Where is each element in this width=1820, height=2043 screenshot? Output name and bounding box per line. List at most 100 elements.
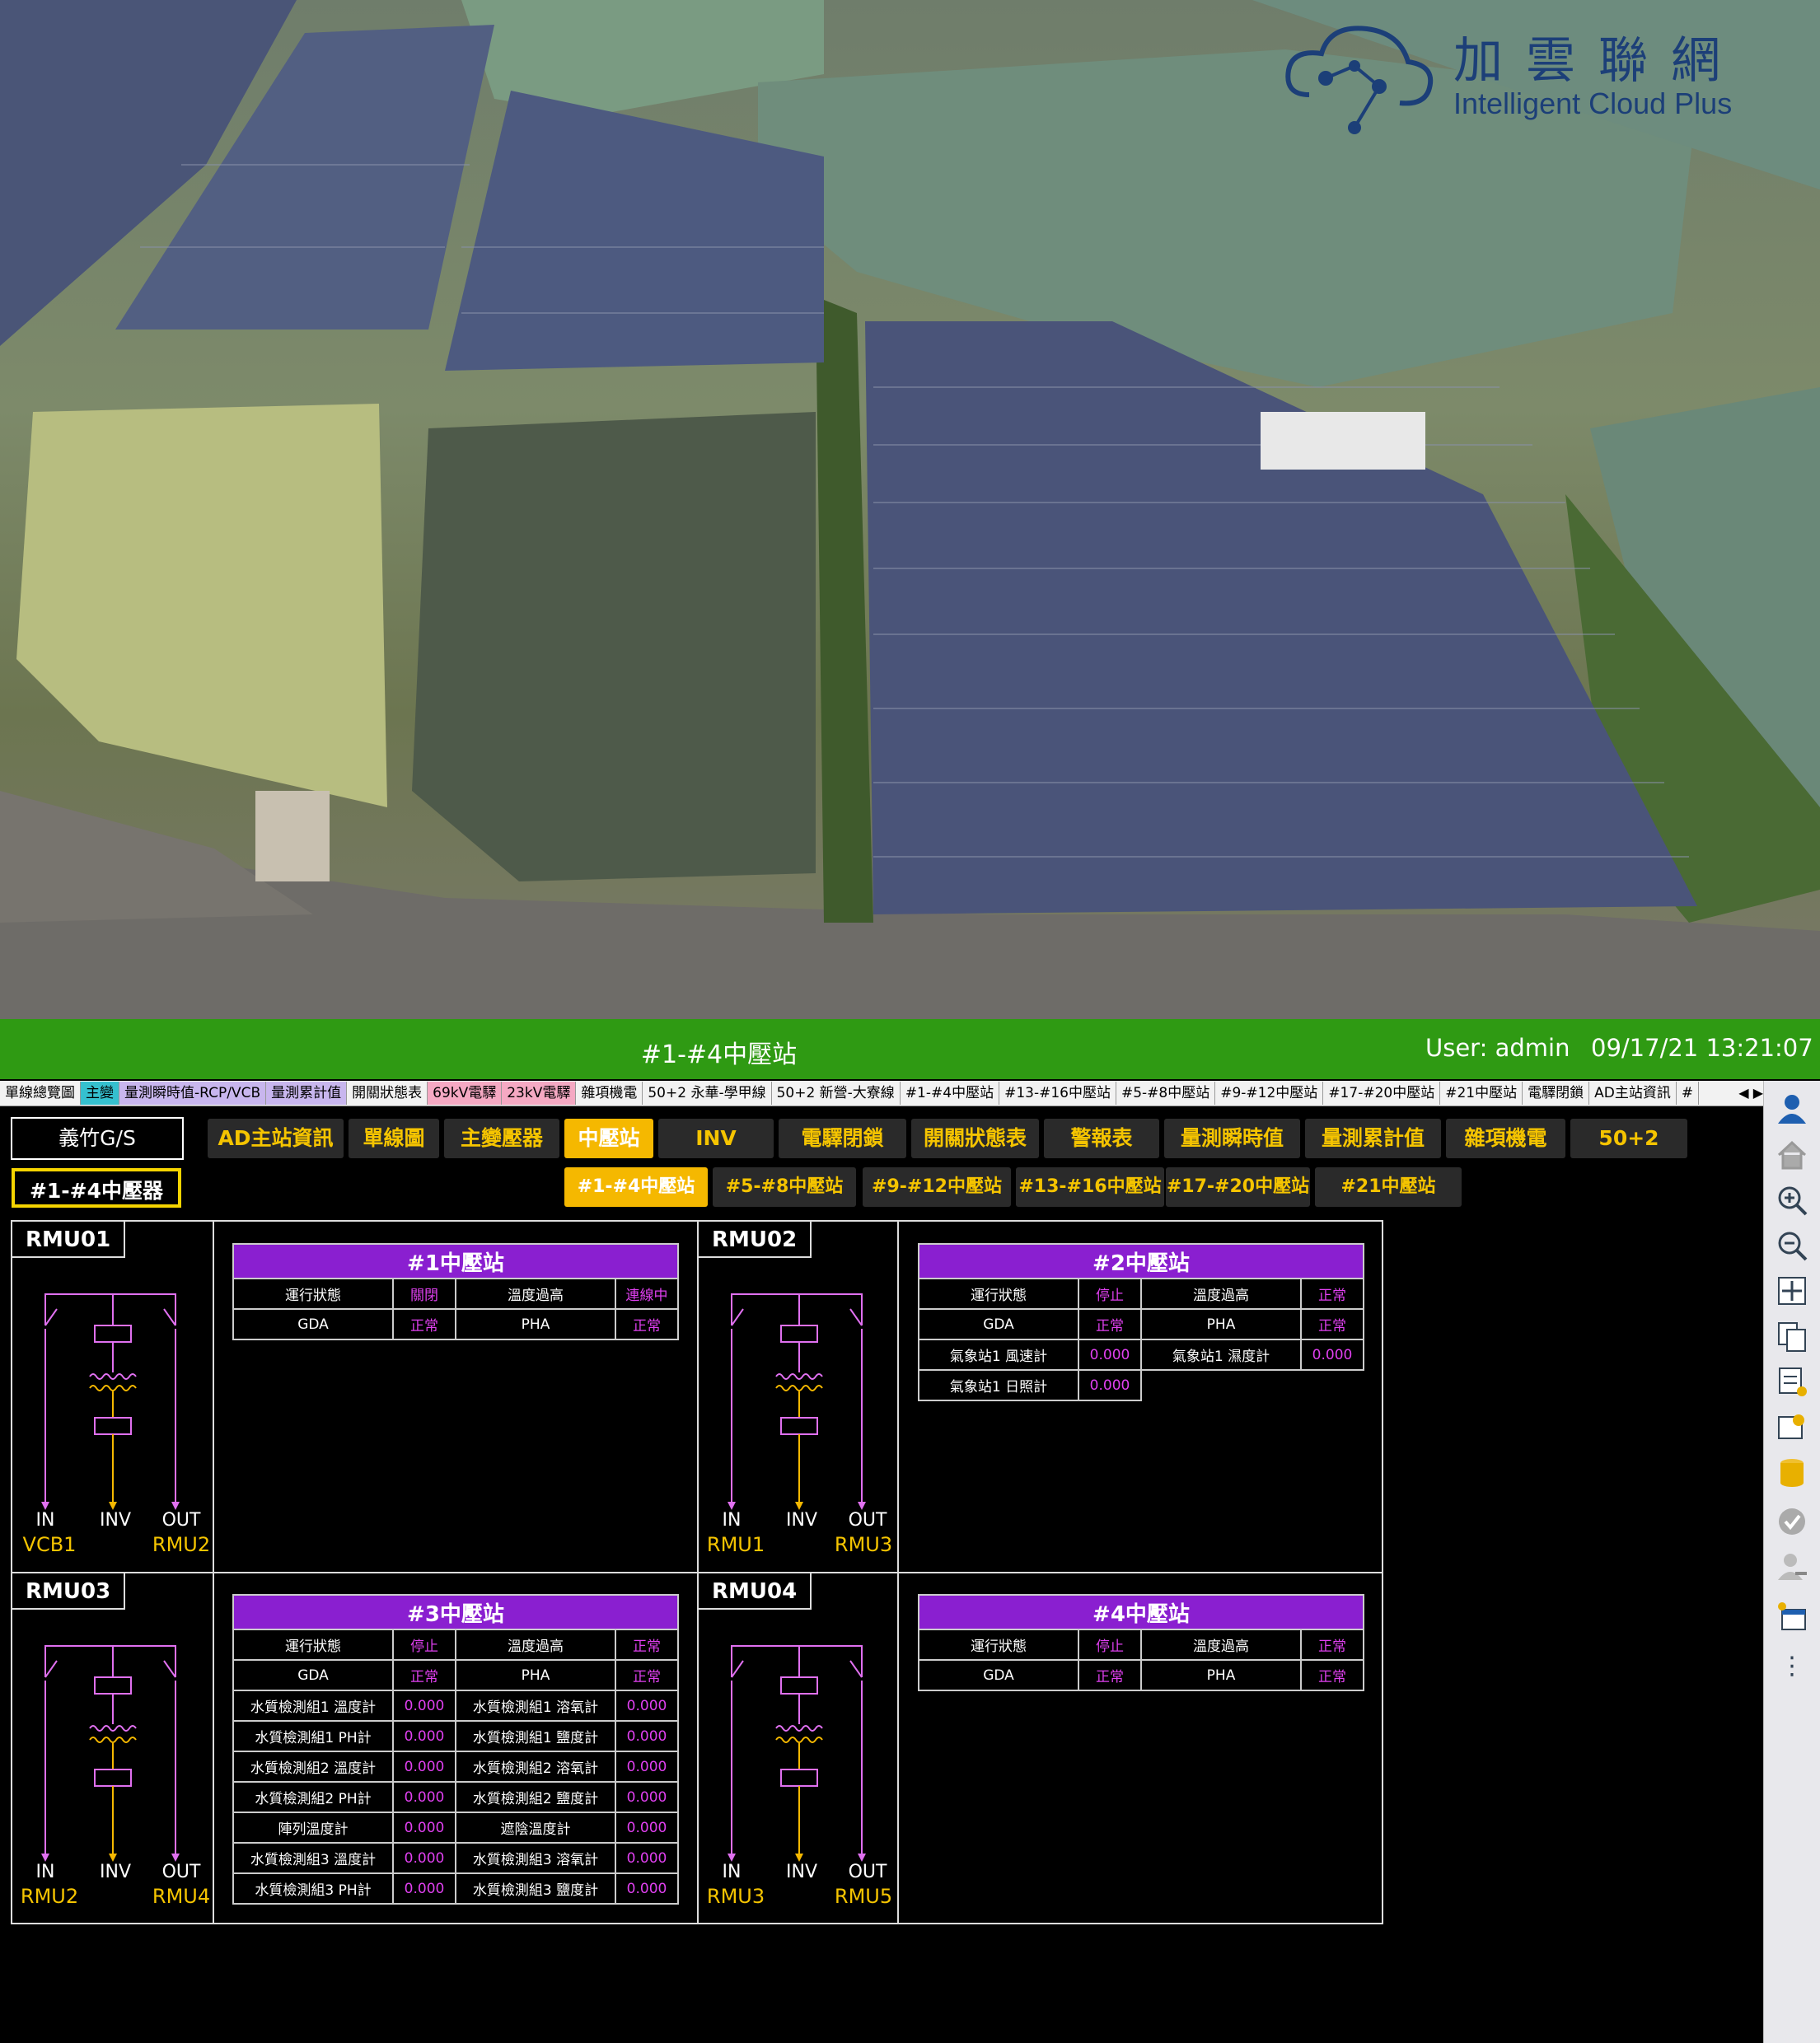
subnav-mv-1-4[interactable]: #1-#4中壓站: [564, 1167, 708, 1207]
zoom-out-icon[interactable]: [1776, 1229, 1808, 1262]
station-title: #2中壓站: [918, 1243, 1364, 1279]
tab-mv-5-8[interactable]: #5-#8中壓站: [1116, 1082, 1216, 1105]
tab-instant-rcp-vcb[interactable]: 量測瞬時值-RCP/VCB: [119, 1082, 267, 1105]
field-label: PHA: [455, 1659, 616, 1691]
subnav-mv-17-20[interactable]: #17-#20中壓站: [1166, 1167, 1310, 1207]
selected-device-button[interactable]: #1-#4中壓器: [12, 1168, 181, 1208]
table-row: 水質檢測組1 溫度計 0.000 水質檢測組1 溶氧計 0.000: [232, 1690, 679, 1722]
nav-instant-values[interactable]: 量測瞬時值: [1164, 1119, 1300, 1158]
tab-50-2-xinying[interactable]: 50+2 新營-大寮線: [772, 1082, 901, 1105]
field-value: 關閉: [392, 1278, 456, 1310]
field-label: 遮陰溫度計: [455, 1812, 616, 1844]
tab-ad-info[interactable]: AD主站資訊: [1589, 1082, 1677, 1105]
tab-69kv-relay[interactable]: 69kV電驛: [428, 1082, 503, 1105]
rmu-in-label: IN: [722, 1510, 742, 1531]
field-label: 水質檢測組1 PH計: [232, 1720, 394, 1752]
rmu03-panel: RMU03 IN INV OUT RMU2 RMU4: [11, 1572, 214, 1924]
tab-mv-9-12[interactable]: #9-#12中壓站: [1215, 1082, 1324, 1105]
rmu-left-link[interactable]: RMU1: [699, 1533, 773, 1556]
brand-name-en: Intelligent Cloud Plus: [1453, 86, 1733, 120]
nav-ad-info[interactable]: AD主站資訊: [208, 1119, 344, 1158]
tab-23kv-relay[interactable]: 23kV電驛: [502, 1082, 577, 1105]
out-arrow: [171, 1854, 180, 1862]
tab-mv-13-16[interactable]: #13-#16中壓站: [999, 1082, 1116, 1105]
tab-switch-status[interactable]: 開關狀態表: [347, 1082, 428, 1105]
report-icon[interactable]: [1776, 1365, 1808, 1398]
field-value: 0.000: [392, 1690, 456, 1722]
database-icon[interactable]: [1776, 1456, 1808, 1489]
window-list-icon[interactable]: [1776, 1320, 1808, 1353]
inv-breaker: [94, 1325, 132, 1343]
tab-relay-lock[interactable]: 電驛閉鎖: [1523, 1082, 1590, 1105]
settings-window-icon[interactable]: [1776, 1410, 1808, 1443]
zoom-in-icon[interactable]: [1776, 1184, 1808, 1217]
rmu-right-link[interactable]: RMU3: [826, 1533, 901, 1556]
title-bar: #1-#4中壓站 User: admin 09/17/21 13:21:07: [0, 1019, 1820, 1079]
field-value: 0.000: [392, 1872, 456, 1905]
rmu-left-link[interactable]: RMU3: [699, 1885, 773, 1908]
nav-main-transformer[interactable]: 主變壓器: [444, 1119, 559, 1158]
solar-farm-aerial-image: [0, 0, 1820, 1019]
tab-mv-17-20[interactable]: #17-#20中壓站: [1323, 1082, 1441, 1105]
rmu04-panel: RMU04 IN INV OUT RMU3 RMU5: [697, 1572, 899, 1924]
home-icon[interactable]: [1776, 1138, 1808, 1171]
tab-mv-21[interactable]: #21中壓站: [1440, 1082, 1523, 1105]
tab-50-2-yonghua[interactable]: 50+2 永華-學甲線: [643, 1082, 772, 1105]
bus-bar: [731, 1645, 863, 1654]
field-label: 運行狀態: [232, 1629, 394, 1661]
inv-arrow: [109, 1854, 117, 1862]
new-window-icon[interactable]: [1776, 1600, 1808, 1633]
check-icon[interactable]: [1776, 1505, 1808, 1538]
field-label: 水質檢測組1 溫度計: [232, 1690, 394, 1722]
more-icon[interactable]: ⋮: [1776, 1649, 1808, 1682]
tab-scroll-arrows[interactable]: ◀ ▶: [1714, 1081, 1763, 1106]
rmu-left-link[interactable]: RMU2: [12, 1885, 87, 1908]
subnav-mv-13-16[interactable]: #13-#16中壓站: [1016, 1167, 1164, 1207]
rmu-right-link[interactable]: RMU4: [144, 1885, 218, 1908]
tab-mv-1-4[interactable]: #1-#4中壓站: [901, 1082, 1000, 1105]
nav-cumulative-values[interactable]: 量測累計值: [1305, 1119, 1441, 1158]
fit-screen-icon[interactable]: [1776, 1274, 1808, 1307]
field-value: 正常: [615, 1659, 679, 1691]
nav-misc[interactable]: 雜項機電: [1446, 1119, 1565, 1158]
field-value: 0.000: [392, 1842, 456, 1874]
nav-50-2[interactable]: 50+2: [1570, 1119, 1687, 1158]
nav-single-line[interactable]: 單線圖: [349, 1119, 439, 1158]
rmu-right-link[interactable]: RMU2: [144, 1533, 218, 1556]
user-remove-icon[interactable]: [1776, 1550, 1808, 1583]
tab-more[interactable]: #: [1677, 1082, 1700, 1105]
tab-main-transformer[interactable]: 主變: [81, 1082, 119, 1105]
bus-bar: [44, 1645, 176, 1654]
subnav-mv-9-12[interactable]: #9-#12中壓站: [863, 1167, 1011, 1207]
table-row: GDA 正常 PHA 正常: [918, 1659, 1364, 1691]
rmu-left-link[interactable]: VCB1: [12, 1533, 87, 1556]
subnav-mv-5-8[interactable]: #5-#8中壓站: [713, 1167, 856, 1207]
rmu-out-label: OUT: [848, 1862, 887, 1882]
out-switch: [849, 1308, 863, 1326]
tab-misc[interactable]: 雜項機電: [576, 1082, 643, 1105]
tab-single-line-overview[interactable]: 單線總覽圖: [0, 1082, 81, 1105]
nav-relay-lock[interactable]: 電驛閉鎖: [779, 1119, 906, 1158]
datetime: 09/17/21 13:21:07: [1591, 1034, 1813, 1062]
subnav-mv-21[interactable]: #21中壓站: [1315, 1167, 1462, 1207]
nav-mv-station[interactable]: 中壓站: [564, 1119, 653, 1158]
field-value: 0.000: [615, 1812, 679, 1844]
rmu-in-label: IN: [722, 1862, 742, 1882]
table-row: 運行狀態 關閉 溫度過高 連線中: [232, 1278, 679, 1310]
field-value: 停止: [1078, 1278, 1142, 1310]
out-arrow: [171, 1502, 180, 1510]
current-user: User: admin: [1425, 1034, 1570, 1062]
user-icon[interactable]: [1776, 1092, 1808, 1125]
tab-scroll-left-icon[interactable]: ◀: [1738, 1085, 1748, 1101]
transformer-primary: [89, 1373, 137, 1380]
station-title: #3中壓站: [232, 1594, 679, 1630]
tab-cumulative[interactable]: 量測累計值: [266, 1082, 348, 1105]
field-value: 0.000: [615, 1781, 679, 1813]
table-row: GDA 正常 PHA 正常: [918, 1308, 1364, 1340]
nav-switch-status[interactable]: 開關狀態表: [911, 1119, 1039, 1158]
nav-inv[interactable]: INV: [658, 1119, 774, 1158]
rmu-right-link[interactable]: RMU5: [826, 1885, 901, 1908]
nav-alarm[interactable]: 警報表: [1044, 1119, 1159, 1158]
field-label: PHA: [455, 1308, 616, 1340]
tab-scroll-right-icon[interactable]: ▶: [1753, 1085, 1763, 1101]
